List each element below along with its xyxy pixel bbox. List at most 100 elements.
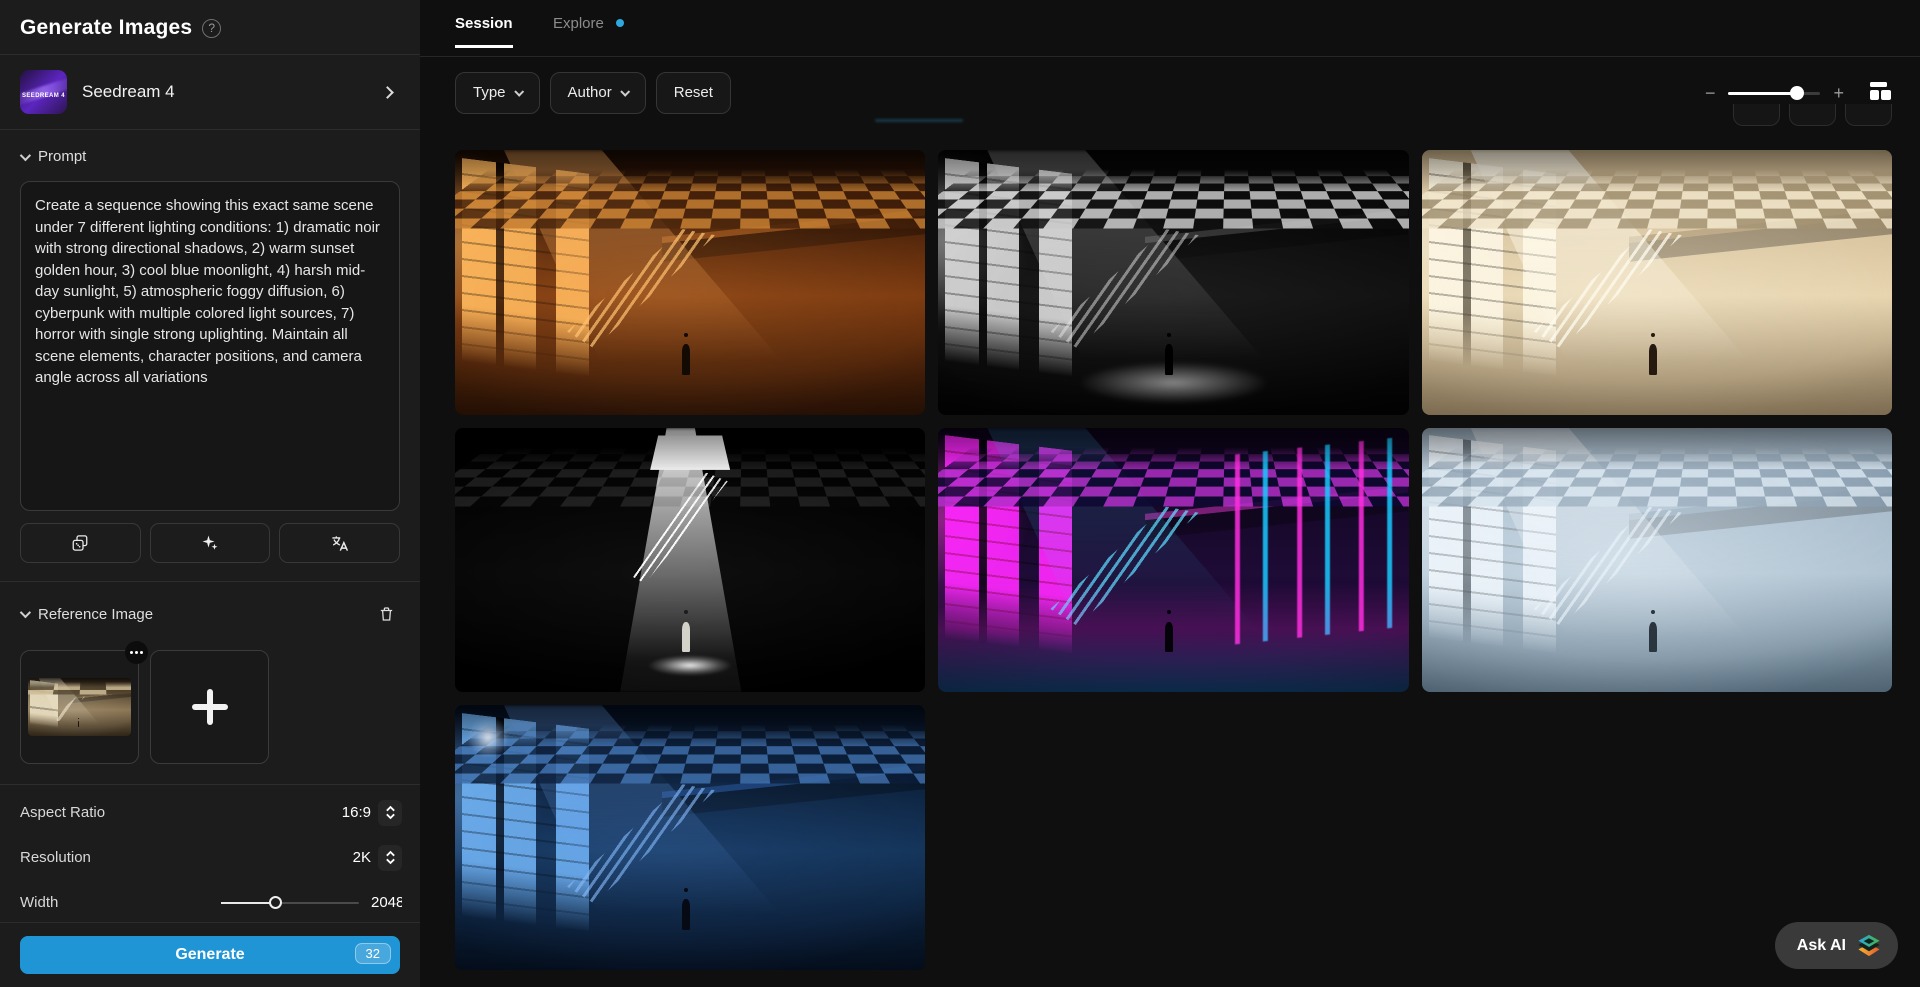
add-reference-image-button[interactable] [150,650,269,764]
clipped-button[interactable] [1733,104,1780,126]
generate-button-label: Generate [175,946,244,964]
resolution-label: Resolution [20,849,353,866]
model-thumbnail: SEEDREAM 4 [20,70,67,114]
zoom-out-button[interactable]: − [1705,84,1716,102]
results-area: Session Explore Type Author Reset − [420,0,1920,987]
ask-ai-label: Ask AI [1797,937,1846,955]
scene-vignette [1422,428,1892,693]
chevron-right-icon [381,86,394,99]
prompt-section-header[interactable]: Prompt [0,130,420,177]
layers-logo-icon [1856,933,1882,958]
generated-image-card[interactable] [938,428,1408,693]
prompt-input[interactable]: Create a sequence showing this exact sam… [20,181,400,511]
reference-section-header[interactable]: Reference Image [0,582,420,640]
generated-image-card[interactable] [455,150,925,415]
tab-explore-label: Explore [553,15,604,32]
generated-image-card[interactable] [938,150,1408,415]
generate-button[interactable]: Generate 32 [20,936,400,974]
credit-cost-badge: 32 [355,943,391,964]
generated-image-card[interactable] [1422,428,1892,693]
zoom-in-button[interactable]: + [1833,84,1844,102]
sidebar-scroll-area: Prompt Create a sequence showing this ex… [0,130,420,922]
dice-icon [71,534,89,552]
ask-ai-button[interactable]: Ask AI [1775,922,1898,969]
author-filter-dropdown[interactable]: Author [550,72,646,114]
clipped-button[interactable] [1789,104,1836,126]
scene-vignette [1422,150,1892,415]
aspect-ratio-row: Aspect Ratio 16:9 [20,797,402,828]
trash-icon [378,605,395,623]
generate-bar: Generate 32 [0,922,420,987]
view-controls: − + [1705,82,1892,103]
tab-session[interactable]: Session [455,15,513,48]
chevron-down-icon [620,87,630,97]
reset-filters-label: Reset [674,84,713,101]
reference-section-label: Reference Image [38,606,362,623]
generation-settings: Aspect Ratio 16:9 Resolution 2K Wi [0,785,420,922]
scene-vignette [938,428,1408,693]
generated-image-card[interactable] [28,678,131,736]
width-slider[interactable] [221,896,359,910]
tab-explore[interactable]: Explore [553,15,624,45]
tab-bar: Session Explore [420,0,1920,57]
width-label: Width [20,894,221,911]
scene-vignette [455,150,925,415]
scene-vignette [28,678,131,736]
clipped-buttons-row [1733,104,1892,126]
grid-layout-toggle[interactable] [1869,82,1892,103]
generated-image-card[interactable] [1422,150,1892,415]
resolution-value: 2K [353,849,371,866]
image-grid [455,150,1892,970]
thumbnail-size-slider[interactable] [1728,85,1820,101]
type-filter-dropdown[interactable]: Type [455,72,540,114]
chevron-down-icon [20,149,31,160]
page-title: Generate Images [20,16,192,40]
type-filter-label: Type [473,84,506,101]
reference-image-tile[interactable] [20,650,139,764]
prompt-section-label: Prompt [38,148,400,165]
width-row: Width 2048 [20,887,402,918]
help-icon[interactable]: ? [202,19,221,38]
reference-image-thumb [28,678,131,736]
delete-reference-button[interactable] [372,600,400,628]
scene-vignette [455,705,925,970]
translate-icon [330,534,349,553]
scene-vignette [938,150,1408,415]
model-thumbnail-label: SEEDREAM 4 [20,93,67,99]
resolution-row: Resolution 2K [20,842,402,873]
prompt-toolbar [20,523,400,563]
slider-knob[interactable] [269,896,282,909]
aspect-ratio-stepper[interactable] [378,800,402,826]
model-name: Seedream 4 [82,82,368,102]
sparkles-icon [201,534,219,552]
translate-prompt-button[interactable] [279,523,400,563]
resolution-stepper[interactable] [378,845,402,871]
reset-filters-button[interactable]: Reset [656,72,731,114]
author-filter-label: Author [568,84,612,101]
chevron-down-icon [514,87,524,97]
sidebar-header: Generate Images ? [0,0,420,54]
generated-image-card[interactable] [455,705,925,970]
chevron-up-down-icon [385,805,396,820]
slider-knob[interactable] [1790,86,1804,100]
scene-vignette [455,428,925,693]
notification-dot [616,19,624,27]
aspect-ratio-label: Aspect Ratio [20,804,342,821]
chevron-down-icon [20,607,31,618]
randomize-prompt-button[interactable] [20,523,141,563]
model-selector[interactable]: SEEDREAM 4 Seedream 4 [0,55,420,129]
generated-image-card[interactable] [455,428,925,693]
more-options-icon[interactable] [125,641,148,664]
filter-buttons: Type Author Reset [455,72,731,114]
layout-grid-icon [1869,82,1892,103]
type-filter-active-underline [875,119,963,122]
chevron-up-down-icon [385,850,396,865]
generation-sidebar: Generate Images ? SEEDREAM 4 Seedream 4 … [0,0,420,987]
width-value: 2048 [371,894,402,911]
enhance-prompt-button[interactable] [150,523,271,563]
clipped-button[interactable] [1845,104,1892,126]
aspect-ratio-value: 16:9 [342,804,371,821]
reference-image-row [0,640,420,784]
filter-bar: Type Author Reset − + [420,57,1920,114]
plus-icon [192,689,228,725]
